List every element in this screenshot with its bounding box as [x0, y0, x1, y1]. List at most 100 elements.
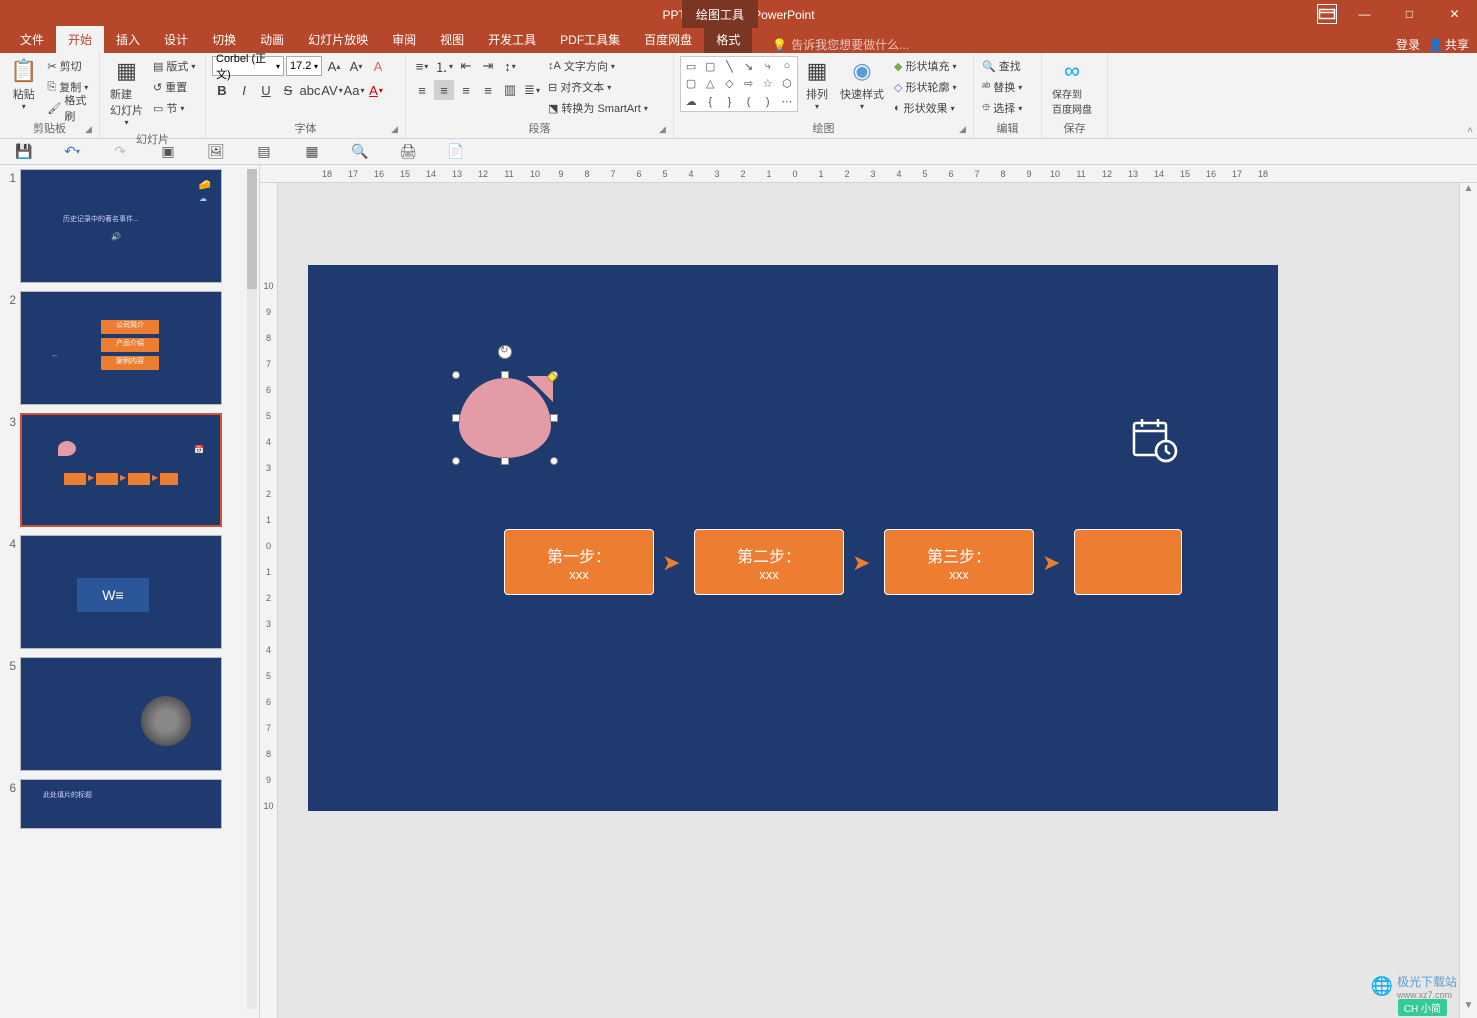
qat-btn-2[interactable]: 🖼 [206, 142, 226, 162]
tab-transitions[interactable]: 切换 [200, 26, 248, 53]
step-2-box[interactable]: 第二步： xxx [694, 529, 844, 595]
resize-handle-n[interactable] [501, 371, 509, 379]
close-button[interactable]: ✕ [1432, 0, 1477, 28]
select-button[interactable]: ⯐选择▾ [980, 98, 1024, 118]
quick-styles-button[interactable]: ◉ 快速样式 ▾ [836, 56, 888, 113]
shape-paren-icon[interactable]: ( [739, 93, 757, 110]
shape-line-icon[interactable]: ╲ [720, 58, 738, 75]
tab-view[interactable]: 视图 [428, 26, 476, 53]
tab-file[interactable]: 文件 [8, 26, 56, 53]
paragraph-dialog-launcher[interactable]: ◢ [659, 124, 671, 136]
calendar-clock-icon[interactable] [1130, 415, 1178, 473]
shape-effects-button[interactable]: ◐形状效果▾ [892, 98, 958, 118]
replace-button[interactable]: ᵃᵇ替换▾ [980, 77, 1024, 97]
font-size-combo[interactable]: 17.2▾ [286, 56, 322, 76]
qat-btn-6[interactable]: 🖨 [398, 142, 418, 162]
paste-button[interactable]: 📋 粘贴 ▾ [6, 56, 41, 113]
qat-btn-3[interactable]: ▤ [254, 142, 274, 162]
thumb-slide-2[interactable]: 2 公司简介 产品介绍 案例内容 ← [2, 291, 257, 405]
shape-star-icon[interactable]: ☆ [759, 76, 777, 93]
align-right-button[interactable]: ≡ [456, 80, 476, 100]
save-to-cloud-button[interactable]: ∞ 保存到 百度网盘 [1048, 56, 1096, 118]
find-button[interactable]: 🔍查找 [980, 56, 1023, 76]
columns-button[interactable]: ▥ [500, 80, 520, 100]
thumb-slide-5[interactable]: 5 [2, 657, 257, 771]
vertical-scrollbar[interactable]: ▲ ▼ [1459, 183, 1477, 1018]
cut-button[interactable]: ✂剪切 [45, 56, 93, 76]
bullets-button[interactable]: ≡ [412, 56, 432, 76]
tab-home[interactable]: 开始 [56, 26, 104, 53]
font-name-combo[interactable]: Corbel (正文)▾ [212, 56, 284, 76]
minimize-button[interactable]: — [1342, 0, 1387, 28]
resize-handle-sw[interactable] [452, 457, 460, 465]
bold-button[interactable]: B [212, 80, 232, 100]
thumb-scrollbar[interactable] [247, 169, 257, 1009]
tab-baidu[interactable]: 百度网盘 [632, 26, 704, 53]
underline-button[interactable]: U [256, 80, 276, 100]
resize-handle-s[interactable] [501, 457, 509, 465]
qat-btn-5[interactable]: 🔍 [350, 142, 370, 162]
align-text-button[interactable]: ⊟对齐文本▾ [546, 77, 650, 97]
new-slide-button[interactable]: ▦ 新建 幻灯片 ▾ [106, 56, 147, 129]
resize-handle-w[interactable] [452, 414, 460, 422]
slide-canvas[interactable]: 第一步： xxx ➤ 第二步： xxx ➤ 第三步： xxx ➤ [308, 265, 1278, 811]
shape-triangle-icon[interactable]: △ [701, 76, 719, 93]
shape-arrow-icon[interactable]: ↘ [739, 58, 757, 75]
shape-connector-icon[interactable]: ⤷ [759, 58, 777, 75]
section-button[interactable]: ▭节▾ [151, 98, 197, 118]
shape-oval-icon[interactable]: ○ [778, 58, 796, 75]
shape-cloud-icon[interactable]: ☁ [682, 93, 700, 110]
tab-insert[interactable]: 插入 [104, 26, 152, 53]
align-center-button[interactable]: ≡ [434, 80, 454, 100]
tab-animations[interactable]: 动画 [248, 26, 296, 53]
thumb-slide-1[interactable]: 1 历史记录中的著名事件... 🧀 ☁ 🔊 [2, 169, 257, 283]
save-button[interactable]: 💾 [14, 142, 34, 162]
shape-arrow2-icon[interactable]: ⇨ [739, 76, 757, 93]
language-badge[interactable]: CH 小简 [1398, 999, 1447, 1016]
align-left-button[interactable]: ≡ [412, 80, 432, 100]
thumb-slide-3[interactable]: 3✱ 📅 ▶ ▶ ▶ [2, 413, 257, 527]
clipboard-dialog-launcher[interactable]: ◢ [85, 124, 97, 136]
collapse-ribbon-button[interactable]: ˄ [1467, 125, 1473, 136]
format-painter-button[interactable]: 🖌格式刷 [45, 98, 93, 118]
scroll-up-button[interactable]: ▲ [1460, 183, 1477, 201]
login-button[interactable]: 登录 [1396, 36, 1420, 53]
arrange-button[interactable]: ▦ 排列 ▾ [802, 56, 832, 113]
font-color-button[interactable]: A [366, 80, 386, 100]
increase-indent-button[interactable]: ⇥ [478, 56, 498, 76]
resize-handle-e[interactable] [550, 414, 558, 422]
reset-button[interactable]: ↺重置 [151, 77, 197, 97]
shape-brace-icon[interactable]: { [701, 93, 719, 110]
step-4-box[interactable] [1074, 529, 1182, 595]
qat-btn-4[interactable]: ▦ [302, 142, 322, 162]
thumb-slide-4[interactable]: 4✱ W≡ [2, 535, 257, 649]
shape-textbox-icon[interactable]: ▢ [701, 58, 719, 75]
tab-format[interactable]: 格式 [704, 26, 752, 53]
shape-fill-button[interactable]: ◆形状填充▾ [892, 56, 958, 76]
strikethrough-button[interactable]: S [278, 80, 298, 100]
thumb-slide-6[interactable]: 6 此处填片的标题 [2, 779, 257, 829]
decrease-indent-button[interactable]: ⇤ [456, 56, 476, 76]
shapes-gallery[interactable]: ▭▢╲↘⤷○ ▢△◇⇨☆⬡ ☁{}()⋯ [680, 56, 798, 112]
change-case-button[interactable]: Aa [344, 80, 364, 100]
tell-me-search[interactable]: 💡 告诉我您想要做什么... [772, 36, 909, 53]
qat-btn-7[interactable]: 📄 [446, 142, 466, 162]
text-direction-button[interactable]: ↕A文字方向▾ [546, 56, 650, 76]
scroll-down-button[interactable]: ▼ [1460, 1000, 1477, 1018]
tab-slideshow[interactable]: 幻灯片放映 [296, 26, 380, 53]
distribute-button[interactable]: ≣ [522, 80, 542, 100]
clear-formatting-button[interactable]: A [368, 56, 388, 76]
resize-handle-se[interactable] [550, 457, 558, 465]
shape-diamond-icon[interactable]: ◇ [720, 76, 738, 93]
resize-handle-nw[interactable] [452, 371, 460, 379]
tab-design[interactable]: 设计 [152, 26, 200, 53]
shape-hex-icon[interactable]: ⬡ [778, 76, 796, 93]
tab-pdf[interactable]: PDF工具集 [548, 26, 632, 53]
step-1-box[interactable]: 第一步： xxx [504, 529, 654, 595]
justify-button[interactable]: ≡ [478, 80, 498, 100]
shape-more-icon[interactable]: ⋯ [778, 93, 796, 110]
font-dialog-launcher[interactable]: ◢ [391, 124, 403, 136]
layout-button[interactable]: ▤版式▾ [151, 56, 197, 76]
italic-button[interactable]: I [234, 80, 254, 100]
shape-brace2-icon[interactable]: } [720, 93, 738, 110]
